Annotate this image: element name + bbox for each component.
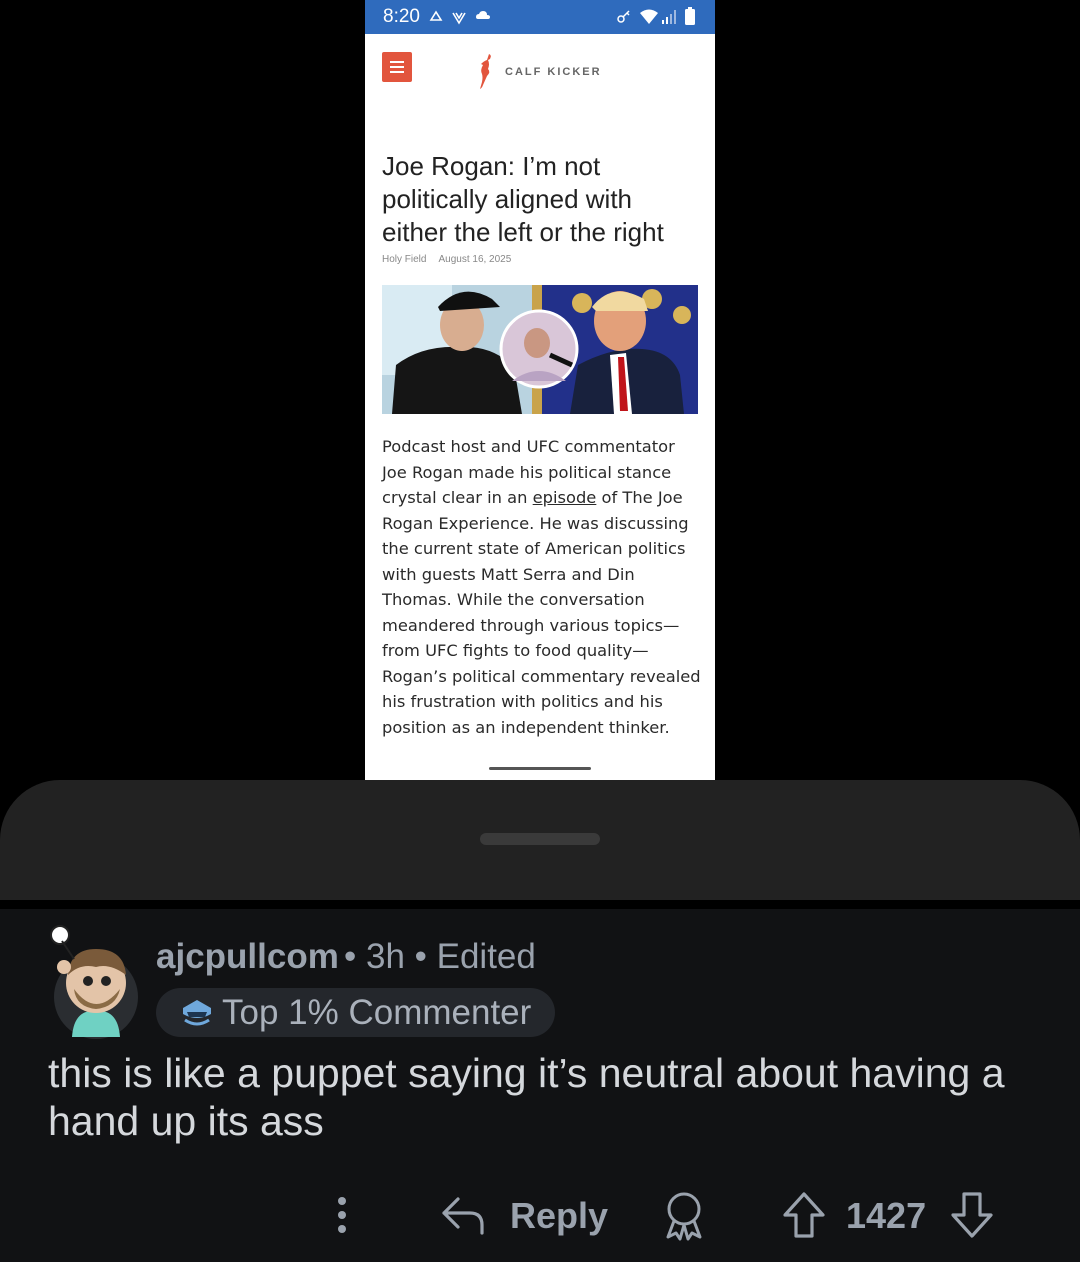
menu-button[interactable]	[382, 52, 412, 82]
avatar[interactable]	[50, 919, 142, 1041]
article-text-rest: of The Joe Rogan Experience. He was disc…	[382, 488, 701, 737]
flair-label: Top 1% Commenter	[222, 992, 532, 1032]
reply-button[interactable]: Reply	[510, 1195, 608, 1237]
award-icon[interactable]	[662, 1191, 706, 1241]
bottom-sheet[interactable]	[0, 780, 1080, 900]
comment-edited: Edited	[436, 937, 536, 976]
weather-icon	[476, 11, 490, 19]
comment-username[interactable]: ajcpullcom	[156, 937, 339, 977]
article-author[interactable]: Holy Field	[382, 254, 426, 265]
article-body: Podcast host and UFC commentator Joe Rog…	[382, 434, 704, 740]
user-flair: Top 1% Commenter	[156, 988, 556, 1037]
signal-icon	[662, 10, 676, 24]
commenter-badge-icon	[183, 999, 211, 1025]
cloud-icon	[429, 10, 443, 21]
site-header: CALF KICKER	[365, 34, 715, 114]
comment-meta: • 3h • Edited	[344, 937, 536, 976]
gesture-nav-handle	[489, 767, 591, 770]
sheet-drag-handle[interactable]	[480, 833, 600, 845]
wifi-icon	[640, 9, 658, 24]
upvote-icon[interactable]	[782, 1191, 826, 1239]
site-brand: CALF KICKER	[505, 66, 602, 78]
divider	[0, 900, 1080, 909]
comment-body: this is like a puppet saying it’s neutra…	[48, 1050, 1005, 1144]
phone-status-bar: 8:20	[365, 0, 715, 34]
embedded-screenshot: 8:20 CALF KICKER Joe Rogan: I’m not poli…	[365, 0, 715, 780]
article-byline: Holy Field August 16, 2025	[382, 254, 511, 265]
reply-icon[interactable]	[440, 1195, 486, 1235]
article-hero-image	[382, 285, 698, 414]
article-date: August 16, 2025	[438, 254, 512, 265]
vpn-key-icon	[617, 10, 630, 23]
calf-kicker-logo-icon	[480, 54, 491, 89]
app-notification-icon	[452, 12, 466, 25]
vote-score: 1427	[846, 1195, 927, 1236]
episode-link[interactable]: episode	[533, 488, 597, 507]
battery-icon	[685, 7, 695, 25]
more-icon[interactable]	[334, 1195, 350, 1235]
comment-actions: Reply 1427	[0, 1189, 1080, 1249]
article-headline: Joe Rogan: I’m not politically aligned w…	[382, 151, 664, 247]
downvote-icon[interactable]	[950, 1191, 994, 1239]
comment: ajcpullcom • 3h • Edited Top 1% Commente…	[0, 909, 1080, 1262]
comment-time: 3h	[365, 937, 405, 976]
status-time: 8:20	[383, 6, 420, 27]
